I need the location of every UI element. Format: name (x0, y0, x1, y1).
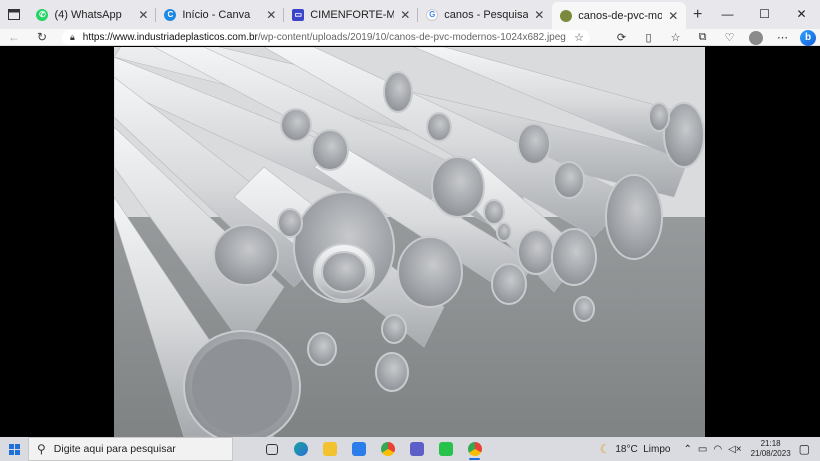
extensions-icon[interactable]: ⟳ (608, 31, 635, 44)
network-icon[interactable]: ▭ (698, 444, 707, 455)
tab-title: CIMENFORTE-Materiais de Co (310, 8, 395, 21)
split-screen-icon[interactable]: ▯ (635, 31, 662, 44)
chrome-icon (380, 442, 395, 456)
image-icon (560, 9, 573, 22)
chrome-profile-button[interactable] (460, 437, 489, 461)
tab-image-active[interactable]: canos-de-pvc-modernos-102 ✕ (552, 2, 687, 29)
tab-actions-button[interactable] (0, 0, 28, 29)
phone-button[interactable] (431, 437, 460, 461)
tab-canva[interactable]: C Início - Canva ✕ (156, 0, 285, 29)
task-view-icon (265, 443, 278, 455)
phone-icon (438, 442, 453, 456)
maximize-icon[interactable]: ☐ (746, 0, 783, 29)
taskbar-search[interactable]: ⚲ Digite aqui para pesquisar (28, 437, 233, 461)
more-menu-icon[interactable]: ⋯ (769, 31, 796, 44)
system-tray: ☾ 18°C Limpo ⌃ ▭ ◠ ◁× 21:18 21/08/2023 ▢ (600, 437, 820, 461)
tab-title: (4) WhatsApp (54, 8, 122, 21)
file-explorer-icon (322, 442, 337, 456)
search-placeholder: Digite aqui para pesquisar (53, 443, 176, 455)
close-tab-icon[interactable]: ✕ (666, 9, 680, 23)
tab-cimenforte[interactable]: ▭ CIMENFORTE-Materiais de Co ✕ (284, 0, 419, 29)
window-controls: — ☐ ✕ (709, 0, 820, 29)
volume-icon[interactable]: ◁× (728, 444, 742, 455)
lock-icon: 🔒︎ (70, 32, 75, 42)
close-tab-icon[interactable]: ✕ (532, 8, 546, 22)
favorite-star-icon[interactable]: ☆ (574, 31, 584, 44)
teams-button[interactable] (402, 437, 431, 461)
teams-icon (409, 442, 424, 456)
collections-icon[interactable]: ⧉ (689, 31, 716, 44)
clock-date: 21/08/2023 (750, 449, 791, 458)
clock-time: 21:18 (760, 439, 781, 448)
tab-google[interactable]: G canos - Pesquisa Google ✕ (418, 0, 552, 29)
wifi-icon[interactable]: ◠ (713, 444, 722, 455)
close-window-icon[interactable]: ✕ (783, 0, 820, 29)
cimenforte-icon: ▭ (292, 8, 305, 21)
url-field[interactable]: 🔒︎ https://www.industriadeplasticos.com.… (62, 30, 590, 45)
chrome-profile-icon (467, 442, 482, 456)
new-tab-button[interactable]: + (686, 0, 709, 29)
close-tab-icon[interactable]: ✕ (264, 8, 278, 22)
url-host: https://www.industriadeplasticos.com.br (82, 32, 258, 43)
notifications-icon[interactable]: ▢ (799, 442, 810, 456)
refresh-icon[interactable]: ↻ (28, 29, 56, 46)
back-icon[interactable]: ← (0, 29, 28, 46)
weather-widget[interactable]: ☾ 18°C Limpo (600, 442, 671, 456)
file-explorer-button[interactable] (315, 437, 344, 461)
store-button[interactable] (344, 437, 373, 461)
tab-strip: ✆ (4) WhatsApp ✕ C Início - Canva ✕ ▭ CI… (0, 0, 820, 29)
toolbar: ⟳ ▯ ☆ ⧉ ♡ ⋯ b (608, 29, 820, 46)
chevron-up-icon[interactable]: ⌃ (684, 444, 692, 455)
edge-icon (293, 442, 308, 456)
tab-whatsapp[interactable]: ✆ (4) WhatsApp ✕ (28, 0, 157, 29)
google-icon: G (426, 8, 439, 21)
whatsapp-icon: ✆ (36, 8, 49, 21)
start-button[interactable] (0, 437, 28, 461)
profile-avatar[interactable] (749, 30, 763, 45)
performance-icon[interactable]: ♡ (716, 31, 743, 44)
chrome-button[interactable] (373, 437, 402, 461)
store-icon (351, 442, 366, 456)
canva-icon: C (164, 8, 177, 21)
address-bar-row: ← ↻ 🔒︎ https://www.industriadeplasticos.… (0, 29, 820, 46)
bing-chat-icon[interactable]: b (800, 29, 816, 46)
image-viewer (0, 47, 820, 437)
url-path: /wp-content/uploads/2019/10/canos-de-pvc… (257, 32, 566, 43)
tab-title: Início - Canva (182, 8, 251, 21)
windows-icon (8, 443, 20, 455)
favorites-icon[interactable]: ☆ (662, 31, 689, 44)
minimize-icon[interactable]: — (709, 0, 746, 29)
pvc-pipes-image (114, 47, 705, 437)
weather-temp: 18°C (615, 443, 638, 455)
clock[interactable]: 21:18 21/08/2023 (751, 439, 791, 459)
tab-actions-icon (8, 9, 21, 20)
search-icon: ⚲ (37, 442, 46, 456)
close-tab-icon[interactable]: ✕ (136, 8, 150, 22)
close-tab-icon[interactable]: ✕ (398, 8, 412, 22)
moon-icon: ☾ (599, 442, 611, 456)
tab-title: canos - Pesquisa Google (444, 8, 529, 21)
taskbar: ⚲ Digite aqui para pesquisar ☾ 18°C Limp… (0, 437, 820, 461)
pvc-pipes-illustration (114, 47, 705, 437)
edge-button[interactable] (286, 437, 315, 461)
task-view-button[interactable] (257, 437, 286, 461)
weather-text: Limpo (643, 443, 671, 455)
tab-title: canos-de-pvc-modernos-102 (578, 9, 663, 22)
taskbar-apps (257, 437, 489, 461)
